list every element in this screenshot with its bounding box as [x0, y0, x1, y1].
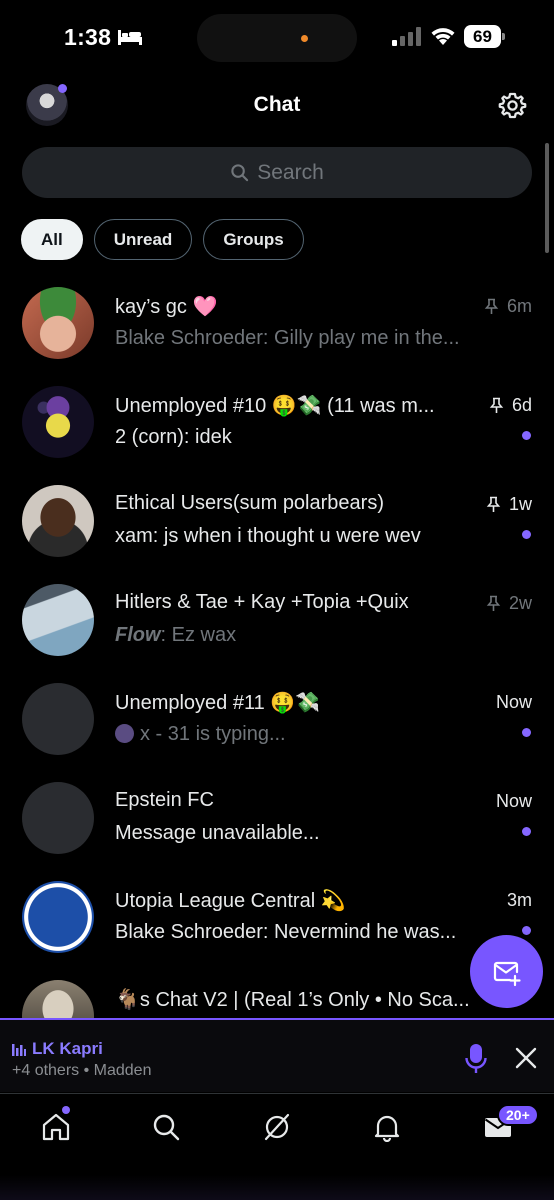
- chat-meta: 1w: [486, 494, 532, 515]
- pin-icon: [486, 595, 501, 611]
- scrollbar[interactable]: [545, 143, 549, 253]
- camera-indicator: [301, 35, 308, 42]
- gear-icon[interactable]: [498, 91, 527, 120]
- chat-meta: Now: [496, 692, 532, 713]
- chat-preview: Message unavailable...: [115, 822, 320, 844]
- typing-text: x - 31 is typing...: [140, 723, 286, 745]
- battery-level: 69: [464, 25, 501, 48]
- audio-bars-icon: [12, 1044, 26, 1056]
- compose-mail-icon: [493, 961, 521, 986]
- status-time: 1:38: [64, 24, 112, 50]
- filter-tabs: All Unread Groups: [21, 219, 304, 260]
- chat-row[interactable]: Hitlers & Tae + Kay +Topia +Quix 2w Flow…: [0, 569, 554, 668]
- chat-time: Now: [495, 692, 532, 712]
- chat-name: Utopia League Central 💫: [115, 890, 346, 912]
- chat-preview: xam: js when i thought u were wev: [115, 525, 421, 547]
- unread-dot: [522, 728, 531, 737]
- home-notification-dot: [62, 1106, 70, 1114]
- chat-name: Epstein FC: [115, 789, 214, 811]
- chat-header: Chat: [0, 80, 554, 132]
- chat-avatar: [22, 584, 94, 656]
- chat-meta: 6m: [484, 296, 532, 317]
- search-placeholder: Search: [257, 160, 324, 184]
- chat-time: 6d: [511, 395, 532, 415]
- chat-row[interactable]: kay’s gc 🩷 6m Blake Schroeder: Gilly pla…: [0, 272, 554, 371]
- chat-list: kay’s gc 🩷 6m Blake Schroeder: Gilly pla…: [0, 272, 554, 1020]
- grok-icon[interactable]: [262, 1112, 292, 1142]
- chat-meta: 6d: [489, 395, 532, 416]
- pin-icon: [486, 496, 501, 512]
- chat-avatar: [22, 683, 94, 755]
- unread-dot: [522, 926, 531, 935]
- chat-row[interactable]: Ethical Users(sum polarbears) 1w xam: js…: [0, 470, 554, 569]
- chat-time: 1w: [508, 494, 532, 514]
- chat-row[interactable]: Unemployed #11 🤑💸 Now x - 31 is typing..…: [0, 668, 554, 767]
- live-space-bar[interactable]: LK Kapri +4 others • Madden: [0, 1018, 554, 1092]
- mail-badge: 20+: [497, 1104, 539, 1126]
- chat-name: Unemployed #10 🤑💸 (11 was m...: [115, 395, 435, 417]
- chat-avatar: [22, 287, 94, 359]
- chat-row[interactable]: Utopia League Central 💫 3m Blake Schroed…: [0, 866, 554, 965]
- search-icon: [231, 164, 249, 182]
- chat-preview: Blake Schroeder: Gilly play me in the...: [115, 327, 460, 349]
- search-input[interactable]: Search: [22, 147, 532, 198]
- chat-preview: Flow: Ez wax: [115, 624, 493, 647]
- chat-preview: x - 31 is typing...: [115, 723, 493, 746]
- chat-time: 3m: [506, 890, 532, 910]
- chat-name: Hitlers & Tae + Kay +Topia +Quix: [115, 591, 409, 613]
- space-subtitle: +4 others • Madden: [12, 1062, 152, 1079]
- wifi-icon: [431, 28, 455, 45]
- bed-icon: [118, 30, 142, 45]
- chat-name: kay’s gc 🩷: [115, 296, 218, 318]
- new-message-button[interactable]: [470, 935, 543, 1008]
- chat-row[interactable]: Epstein FC Now Message unavailable...: [0, 767, 554, 866]
- chat-meta: Now: [496, 791, 532, 812]
- chat-preview: Blake Schroeder: Nevermind he was...: [115, 921, 457, 943]
- preview-text: : Ez wax: [160, 624, 237, 646]
- space-title: LK Kapri: [12, 1039, 103, 1059]
- search-icon[interactable]: [151, 1112, 181, 1142]
- pin-icon: [484, 298, 499, 314]
- chat-time: 2w: [508, 593, 532, 613]
- chat-avatar: [22, 386, 94, 458]
- home-icon[interactable]: [41, 1112, 71, 1142]
- dynamic-island: [197, 14, 357, 62]
- filter-groups[interactable]: Groups: [203, 219, 304, 260]
- pin-icon: [489, 397, 504, 413]
- chat-preview: 2 (corn): idek: [115, 426, 232, 448]
- close-icon[interactable]: [515, 1047, 537, 1069]
- unread-dot: [522, 530, 531, 539]
- chat-name: 🐐s Chat V2 | (Real 1’s Only • No Sca...: [115, 989, 470, 1011]
- signal-icon: [392, 27, 421, 46]
- chat-row[interactable]: Unemployed #10 🤑💸 (11 was m... 6d 2 (cor…: [0, 371, 554, 470]
- chat-time: Now: [495, 791, 532, 811]
- chat-avatar: [22, 980, 94, 1020]
- page-title: Chat: [253, 93, 301, 116]
- space-host: LK Kapri: [32, 1039, 103, 1058]
- chat-avatar: [22, 485, 94, 557]
- chat-meta: 3m: [507, 890, 532, 911]
- chat-time: 6m: [506, 296, 532, 316]
- microphone-icon[interactable]: [465, 1044, 487, 1074]
- battery-icon: 69: [464, 25, 506, 48]
- chat-meta: 2w: [486, 593, 532, 614]
- chat-name: Ethical Users(sum polarbears): [115, 492, 384, 514]
- battery-tip: [502, 33, 505, 40]
- chat-name: Unemployed #11 🤑💸: [115, 692, 321, 714]
- home-indicator-area: [0, 1175, 554, 1200]
- chat-avatar: [22, 881, 94, 953]
- typing-avatar: [115, 724, 134, 743]
- filter-all[interactable]: All: [21, 219, 83, 260]
- bell-icon[interactable]: [372, 1112, 402, 1142]
- unread-dot: [522, 431, 531, 440]
- filter-unread[interactable]: Unread: [93, 219, 193, 260]
- status-bar: 1:38 69: [0, 0, 554, 80]
- preview-author: Flow: [115, 624, 161, 646]
- profile-notification-dot: [58, 84, 67, 93]
- unread-dot: [522, 827, 531, 836]
- chat-avatar: [22, 782, 94, 854]
